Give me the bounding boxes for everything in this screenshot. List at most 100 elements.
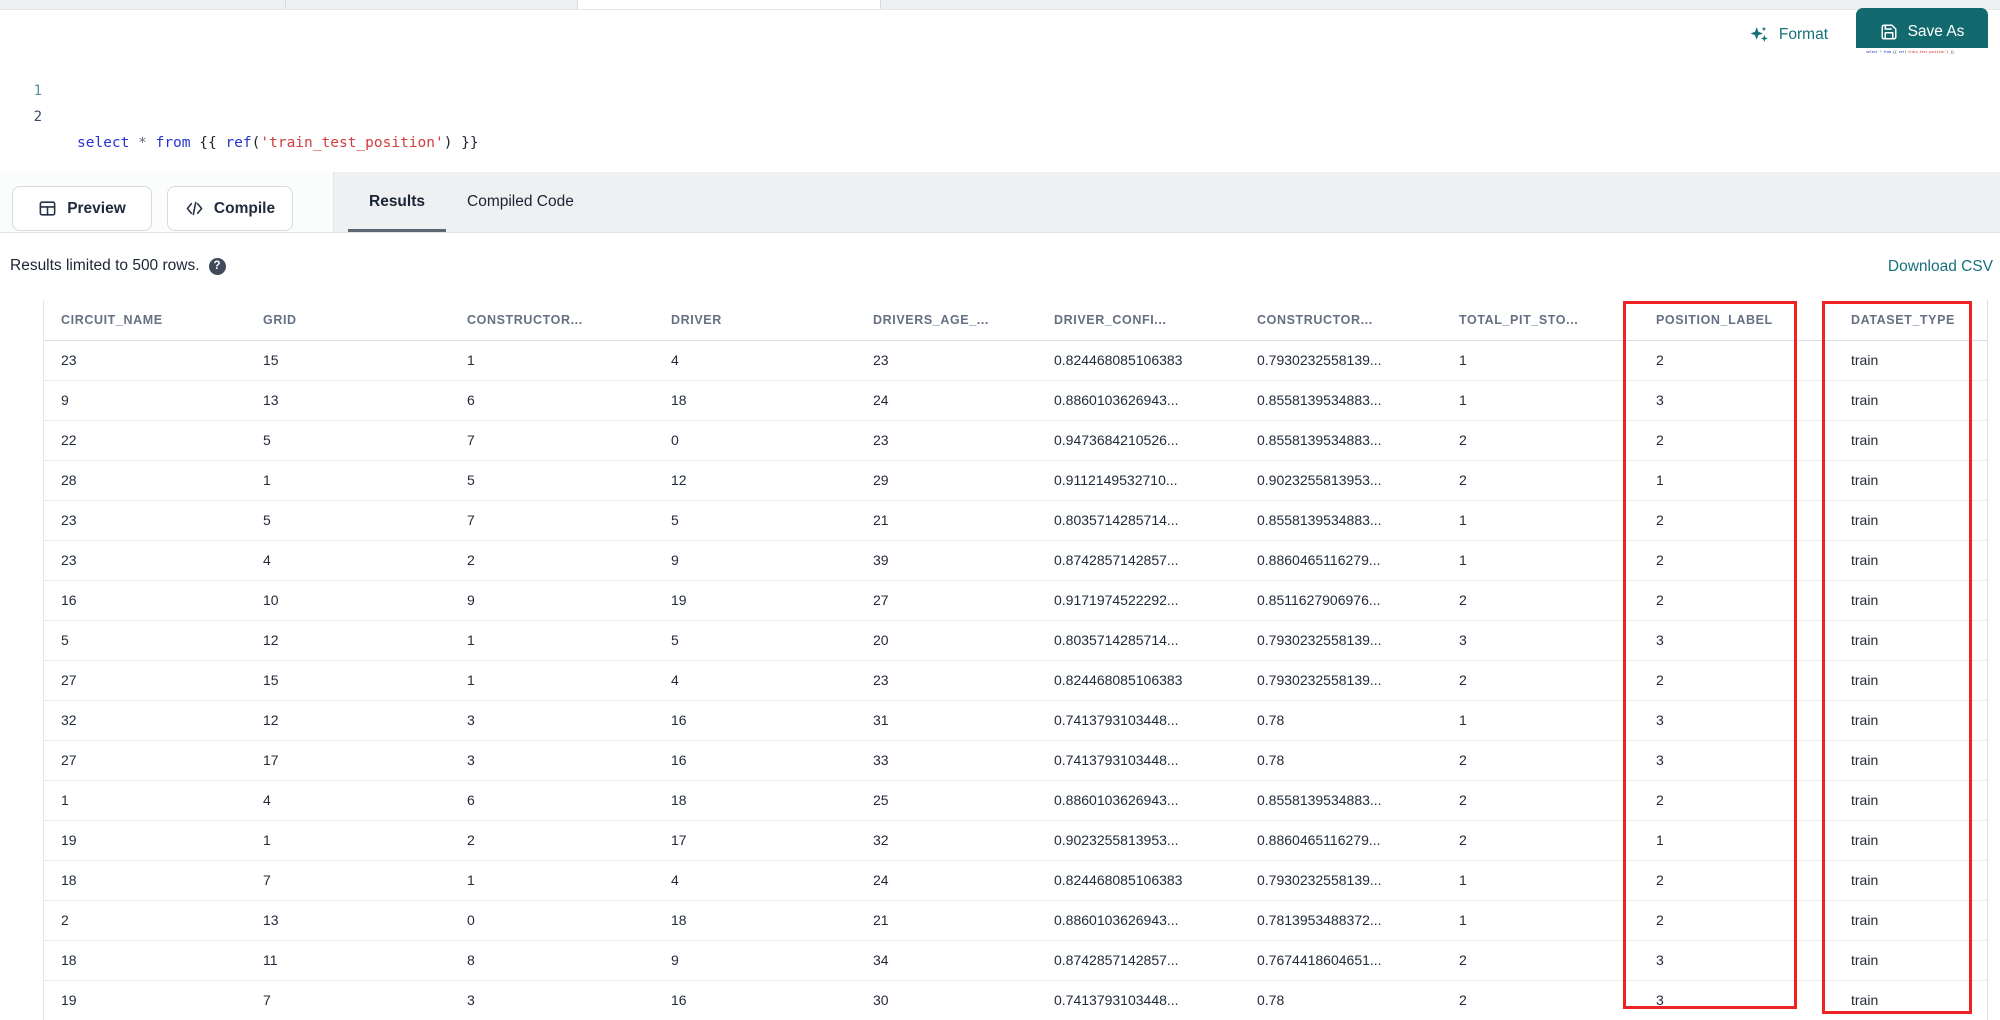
file-tab-active[interactable]	[577, 0, 880, 9]
help-icon[interactable]: ?	[208, 257, 226, 275]
table-cell: 0.9023255813953...	[1054, 832, 1179, 848]
table-cell: 2	[1459, 752, 1467, 768]
table-cell: 33	[873, 752, 889, 768]
table-cell: 32	[61, 712, 77, 728]
table-row: 28 1 5 12 29 0.9112149532710... 0.902325581395…	[44, 461, 1987, 501]
tab-compiled-code[interactable]: Compiled Code	[446, 172, 595, 232]
table-cell: 3	[467, 712, 475, 728]
table-cell: 2	[1656, 352, 1664, 368]
table-row: 27 15 1 4 23 0.824468085106383 0.7930232558139…	[44, 661, 1987, 701]
column-header-constructor: CONSTRUCTOR...	[1257, 313, 1373, 327]
compile-label: Compile	[213, 199, 276, 217]
table-cell: 16	[671, 752, 687, 768]
table-cell: 18	[671, 392, 687, 408]
table-cell: 0.8558139534883...	[1257, 392, 1382, 408]
table-cell: 6	[467, 792, 475, 808]
minimap-token: from	[1883, 50, 1891, 54]
minimap-token: }}	[1948, 50, 1954, 54]
results-info-row: Results limited to 500 rows. ? Download …	[0, 233, 2000, 300]
table-cell: 12	[263, 712, 279, 728]
table-cell: 3	[467, 992, 475, 1008]
table-cell: 2	[1656, 432, 1664, 448]
table-cell: 0.8860103626943...	[1054, 792, 1179, 808]
code-token: from	[155, 135, 191, 151]
code-token: *	[138, 135, 147, 151]
table-cell: 1	[1459, 712, 1467, 728]
table-cell: 22	[61, 432, 77, 448]
column-header-total-pit-sto: TOTAL_PIT_STO...	[1459, 313, 1579, 327]
table-cell: train	[1851, 552, 1879, 568]
table-row: 18 7 1 4 24 0.824468085106383 0.7930232558139.…	[44, 861, 1987, 901]
table-cell: 5	[263, 512, 271, 528]
table-cell: 18	[61, 872, 77, 888]
table-cell: 0.7930232558139...	[1257, 672, 1382, 688]
minimap-token: select	[1866, 50, 1878, 54]
table-cell: 0.7813953488372...	[1257, 912, 1382, 928]
tab-results[interactable]: Results	[348, 172, 446, 232]
compile-button[interactable]: Compile	[167, 186, 293, 231]
table-row: 1 4 6 18 25 0.8860103626943... 0.8558139534883…	[44, 781, 1987, 821]
table-cell: 7	[263, 992, 271, 1008]
table-cell: train	[1851, 352, 1879, 368]
table-row: 32 12 3 16 31 0.7413793103448... 0.78 1 3 train	[44, 701, 1987, 741]
table-cell: 5	[61, 632, 69, 648]
table-cell: 0.78	[1257, 712, 1285, 728]
table-cell: 0.9473684210526...	[1054, 432, 1179, 448]
code-line-1: select * from {{ ref('train_test_positio…	[74, 130, 1956, 156]
code-editor[interactable]: 1 2 select * from {{ ref('train_test_pos…	[0, 48, 2000, 234]
table-cell: 15	[263, 352, 279, 368]
table-cell: 3	[1656, 632, 1664, 648]
table-cell: 3	[1656, 752, 1664, 768]
format-button[interactable]: Format	[1749, 24, 1828, 45]
table-cell: 13	[263, 392, 279, 408]
table-cell: 24	[873, 392, 889, 408]
column-header-constructor: CONSTRUCTOR...	[467, 313, 583, 327]
editor-minimap[interactable]: select * from {{ ref('train_test_positio…	[1866, 50, 1986, 60]
sparkles-icon	[1749, 24, 1770, 45]
table-cell: 18	[61, 952, 77, 968]
table-cell: 7	[467, 512, 475, 528]
table-cell: 17	[671, 832, 687, 848]
column-header-dataset-type: DATASET_TYPE	[1851, 313, 1955, 327]
table-cell: 1	[1459, 392, 1467, 408]
table-row: 18 11 8 9 34 0.8742857142857... 0.767441860465…	[44, 941, 1987, 981]
code-token: select	[77, 135, 130, 151]
table-cell: 19	[61, 832, 77, 848]
table-cell: 3	[467, 752, 475, 768]
table-icon	[38, 199, 57, 218]
table-cell: 17	[263, 752, 279, 768]
app-root: Format Save As 1 2 select * from {{ ref(…	[0, 0, 2000, 1020]
table-cell: 0.8511627906976...	[1257, 592, 1381, 608]
table-cell: train	[1851, 472, 1879, 488]
column-header-position-label: POSITION_LABEL	[1656, 313, 1773, 327]
table-cell: train	[1851, 832, 1879, 848]
file-tab[interactable]	[285, 0, 577, 9]
table-row: 23 4 2 9 39 0.8742857142857... 0.8860465116279…	[44, 541, 1987, 581]
table-cell: 2	[1459, 672, 1467, 688]
table-cell: 23	[873, 352, 889, 368]
table-cell: 2	[1656, 512, 1664, 528]
table-cell: 1	[263, 472, 271, 488]
table-cell: 1	[1459, 912, 1467, 928]
table-cell: 16	[61, 592, 77, 608]
preview-button[interactable]: Preview	[12, 186, 152, 231]
table-cell: 0.7930232558139...	[1257, 352, 1382, 368]
code-token: 'train_test_position'	[260, 135, 444, 151]
table-cell: 34	[873, 952, 889, 968]
table-cell: 4	[671, 352, 679, 368]
table-cell: 0.8035714285714...	[1054, 632, 1179, 648]
table-cell: 16	[671, 712, 687, 728]
file-tab[interactable]	[0, 0, 285, 9]
table-cell: 29	[873, 472, 889, 488]
download-csv-link[interactable]: Download CSV	[1888, 258, 1993, 276]
table-cell: 0.8860465116279...	[1257, 832, 1381, 848]
table-cell: 0.824468085106383	[1054, 352, 1183, 368]
column-header-driver: DRIVER	[671, 313, 722, 327]
table-cell: 15	[263, 672, 279, 688]
table-cell: 4	[263, 552, 271, 568]
table-cell: 2	[1459, 592, 1467, 608]
table-cell: 27	[61, 752, 77, 768]
table-cell: 3	[1656, 992, 1664, 1008]
table-cell: 1	[1656, 832, 1664, 848]
